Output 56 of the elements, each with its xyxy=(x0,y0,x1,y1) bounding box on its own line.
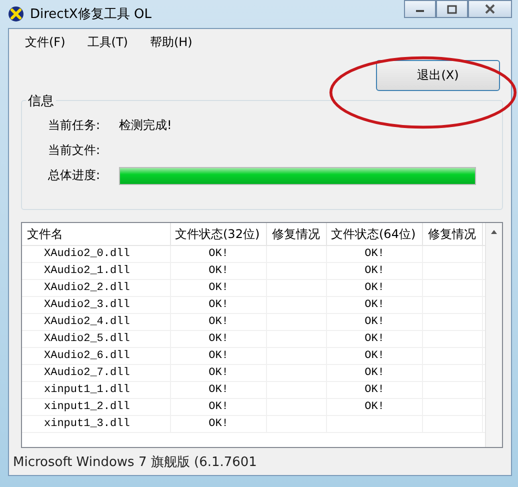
table-cell: OK! xyxy=(208,384,228,396)
table-cell: XAudio2_5.dll xyxy=(44,333,130,345)
table-cell: xinput1_2.dll xyxy=(44,401,130,413)
table-cell: OK! xyxy=(364,350,384,362)
field-label: 总体进度: xyxy=(48,167,102,184)
scroll-up-icon[interactable] xyxy=(490,229,498,235)
status-text: Microsoft Windows 7 旗舰版 (6.1.7601 xyxy=(12,454,258,471)
minimize-button[interactable] xyxy=(404,0,436,18)
app-icon xyxy=(8,6,24,22)
field-label: 当前任务: xyxy=(48,117,102,134)
table-cell: OK! xyxy=(364,282,384,294)
table-cell: xinput1_3.dll xyxy=(44,418,130,430)
maximize-button[interactable] xyxy=(436,0,468,18)
menu-item[interactable]: 工具(T) xyxy=(87,34,128,52)
field-label: 当前文件: xyxy=(48,142,102,159)
column-header[interactable]: 文件状态(64位) xyxy=(327,223,423,245)
table-cell: OK! xyxy=(364,333,384,345)
group-title: 信息 xyxy=(26,92,56,110)
table-cell: OK! xyxy=(364,316,384,328)
table-cell: OK! xyxy=(208,333,228,345)
column-header[interactable]: 修复情况 xyxy=(423,223,483,245)
table-cell: OK! xyxy=(208,265,228,277)
close-icon xyxy=(484,4,496,14)
table-cell: XAudio2_2.dll xyxy=(44,282,130,294)
table-cell: OK! xyxy=(208,316,228,328)
field-value: 检测完成! xyxy=(119,117,172,134)
table-cell: OK! xyxy=(364,248,384,260)
column-header[interactable]: 文件名 xyxy=(22,223,171,245)
table-cell: OK! xyxy=(364,367,384,379)
table-cell: XAudio2_6.dll xyxy=(44,350,130,362)
table-cell: OK! xyxy=(208,299,228,311)
table-cell: OK! xyxy=(364,265,384,277)
maximize-icon xyxy=(447,4,457,14)
table-cell: OK! xyxy=(364,299,384,311)
table-cell: OK! xyxy=(208,248,228,260)
table-cell: OK! xyxy=(208,282,228,294)
table-cell: XAudio2_7.dll xyxy=(44,367,130,379)
menu-item[interactable]: 帮助(H) xyxy=(150,34,192,52)
exit-button[interactable]: 退出(X) xyxy=(376,60,500,91)
table-cell: OK! xyxy=(208,367,228,379)
table-cell: OK! xyxy=(364,384,384,396)
table-cell: OK! xyxy=(208,350,228,362)
scrollbar[interactable] xyxy=(485,223,502,447)
table-cell: XAudio2_1.dll xyxy=(44,265,130,277)
column-header[interactable]: 文件状态(32位) xyxy=(171,223,267,245)
table-cell: OK! xyxy=(364,401,384,413)
table-cell: XAudio2_0.dll xyxy=(44,248,130,260)
column-header[interactable]: 修复情况 xyxy=(267,223,327,245)
table-cell: XAudio2_3.dll xyxy=(44,299,130,311)
window-title: DirectX修复工具 OL xyxy=(30,6,152,23)
table-cell: xinput1_1.dll xyxy=(44,384,130,396)
menu-item[interactable]: 文件(F) xyxy=(25,34,66,52)
table-cell: XAudio2_4.dll xyxy=(44,316,130,328)
close-button[interactable] xyxy=(468,0,512,18)
table-cell: OK! xyxy=(208,401,228,413)
table-cell: OK! xyxy=(208,418,228,430)
